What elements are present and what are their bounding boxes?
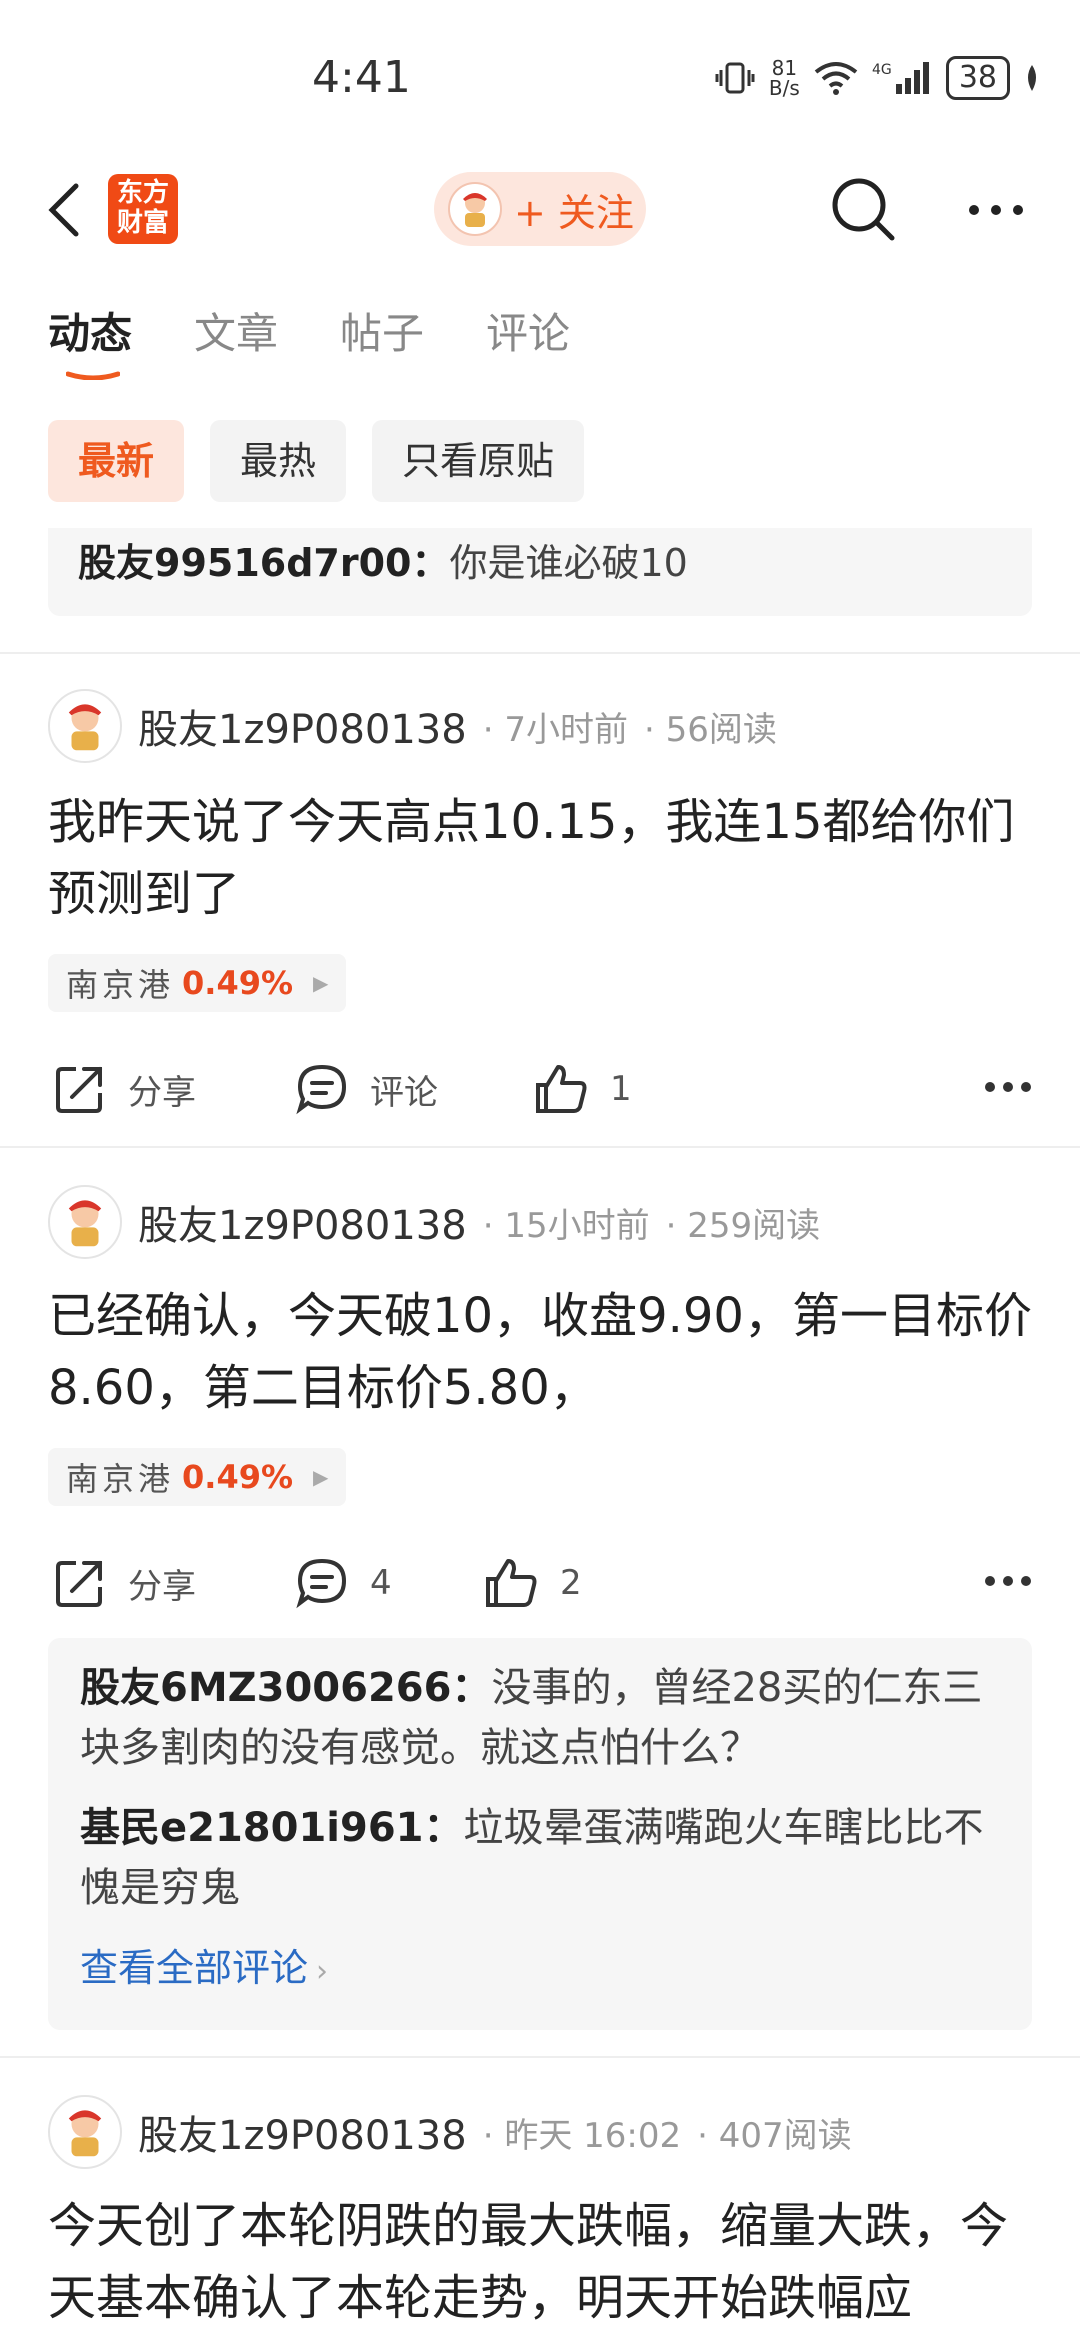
- stock-name: 南京港: [66, 1460, 175, 1498]
- tab-comments[interactable]: 评论: [486, 300, 570, 361]
- post-reads: · 259阅读: [665, 1205, 821, 1246]
- status-bar: 4:41 81 B/s 4G 38: [0, 0, 1080, 160]
- post-meta: 股友1z9P080138 · 昨天 16:02 · 407阅读: [48, 2095, 852, 2169]
- post-text[interactable]: 我昨天说了今天高点10.15，我连15都给你们预测到了: [48, 786, 1038, 930]
- post-text[interactable]: 今天创了本轮阴跌的最大跌幅，缩量大跌，今天基本确认了本轮走势，明天开始跌幅应: [48, 2190, 1038, 2340]
- stock-change: 0.49%: [182, 1458, 294, 1496]
- comment-user: 基民e21801i961：: [80, 1805, 464, 1851]
- tab-articles[interactable]: 文章: [194, 300, 278, 361]
- avatar[interactable]: [48, 1185, 122, 1259]
- chevron-right-icon: ›: [316, 1954, 329, 1989]
- triangle-right-icon: ▶: [313, 971, 329, 995]
- post-reads: · 407阅读: [697, 2115, 852, 2156]
- post-reads: · 56阅读: [643, 709, 777, 750]
- comment-user: 股友99516d7r00：: [78, 541, 450, 585]
- post-more-icon[interactable]: [984, 1574, 1032, 1588]
- share-label: 分享: [128, 1566, 196, 1607]
- leaf-icon: [1028, 65, 1036, 91]
- status-time: 4:41: [312, 52, 411, 103]
- filter-hottest[interactable]: 最热: [210, 420, 347, 502]
- stock-tag[interactable]: 南京港 0.49% ▶: [48, 1448, 347, 1506]
- tab-dynamics[interactable]: 动态: [48, 300, 132, 361]
- avatar[interactable]: [48, 2095, 122, 2169]
- share-button[interactable]: 分享: [52, 1054, 196, 1124]
- network-speed: 81 B/s: [768, 56, 800, 100]
- header-bar: 东方 财富 + 关注: [0, 160, 1080, 260]
- comment-count: 评论: [370, 1072, 438, 1113]
- like-button[interactable]: 1: [532, 1054, 632, 1124]
- follow-label: + 关注: [514, 190, 634, 235]
- view-all-comments-link[interactable]: 查看全部评论 ›: [80, 1938, 1000, 2002]
- search-icon[interactable]: [828, 174, 898, 244]
- active-tab-indicator: [66, 371, 120, 380]
- like-count: 2: [560, 1563, 582, 1603]
- post-time: · 昨天 16:02: [482, 2115, 682, 2156]
- triangle-right-icon: ▶: [313, 1465, 329, 1489]
- comment-item[interactable]: 基民e21801i961：垃圾晕蛋满嘴跑火车瞎比比不愧是穷鬼: [80, 1798, 1000, 1918]
- stock-change: 0.49%: [182, 964, 294, 1002]
- thumbs-up-icon: [536, 1065, 587, 1113]
- comment-button[interactable]: 评论: [294, 1054, 438, 1124]
- post-actions: 分享 4 2: [48, 1548, 1032, 1618]
- avatar-icon: [448, 182, 502, 236]
- comment-count: 4: [370, 1563, 392, 1603]
- divider: [0, 2056, 1080, 2058]
- follow-button[interactable]: + 关注: [434, 172, 646, 246]
- comment-icon: [296, 1558, 347, 1609]
- share-icon: [56, 1067, 102, 1113]
- post-username[interactable]: 股友1z9P080138: [138, 1193, 467, 1251]
- view-all-label: 查看全部评论: [80, 1946, 309, 1990]
- share-button[interactable]: 分享: [52, 1548, 196, 1618]
- comment-preview-box[interactable]: 股友99516d7r00：你是谁必破10: [48, 528, 1032, 616]
- comment-text: 你是谁必破10: [449, 541, 688, 585]
- divider: [0, 652, 1080, 654]
- post-time: · 15小时前: [482, 1205, 650, 1246]
- post-actions: 分享 评论 1: [48, 1054, 1032, 1124]
- like-button[interactable]: 2: [482, 1548, 582, 1618]
- back-arrow-icon[interactable]: [44, 180, 84, 240]
- post-meta: 股友1z9P080138 · 15小时前 · 259阅读: [48, 1185, 821, 1259]
- app-logo: 东方 财富: [108, 174, 178, 244]
- comment-user: 股友6MZ3006266：: [80, 1665, 492, 1711]
- signal-icon: 4G: [872, 62, 929, 94]
- filter-latest[interactable]: 最新: [48, 420, 185, 502]
- network-type: 4G: [872, 62, 892, 78]
- post-time: · 7小时前: [482, 709, 628, 750]
- more-options-icon[interactable]: [966, 200, 1026, 220]
- post-username[interactable]: 股友1z9P080138: [138, 2103, 467, 2161]
- tab-posts[interactable]: 帖子: [340, 300, 424, 361]
- comment-button[interactable]: 4: [294, 1548, 392, 1618]
- comment-preview-box[interactable]: 股友6MZ3006266：没事的，曾经28买的仁东三块多割肉的没有感觉。就这点怕…: [48, 1638, 1032, 2030]
- share-label: 分享: [128, 1072, 196, 1113]
- comment-item[interactable]: 股友6MZ3006266：没事的，曾经28买的仁东三块多割肉的没有感觉。就这点怕…: [80, 1658, 1000, 1778]
- post-more-icon[interactable]: [984, 1080, 1032, 1094]
- stock-name: 南京港: [66, 966, 175, 1004]
- tab-bar: 动态 文章 帖子 评论: [48, 300, 570, 361]
- filter-original-only[interactable]: 只看原贴: [372, 420, 585, 502]
- vibrate-icon: [715, 62, 755, 94]
- post-username[interactable]: 股友1z9P080138: [138, 697, 467, 755]
- share-icon: [56, 1561, 102, 1607]
- thumbs-up-icon: [486, 1559, 537, 1607]
- divider: [0, 1146, 1080, 1148]
- wifi-icon: [814, 62, 858, 95]
- filter-bar: 最新 最热 只看原贴: [48, 420, 585, 502]
- battery-level: 38: [945, 56, 1010, 100]
- like-count: 1: [610, 1069, 632, 1109]
- comment-icon: [296, 1064, 347, 1115]
- status-icons: 81 B/s 4G 38: [715, 56, 1040, 100]
- stock-tag[interactable]: 南京港 0.49% ▶: [48, 954, 347, 1012]
- post-text[interactable]: 已经确认，今天破10，收盘9.90，第一目标价8.60，第二目标价5.80，: [48, 1280, 1038, 1424]
- avatar[interactable]: [48, 689, 122, 763]
- post-meta: 股友1z9P080138 · 7小时前 · 56阅读: [48, 689, 777, 763]
